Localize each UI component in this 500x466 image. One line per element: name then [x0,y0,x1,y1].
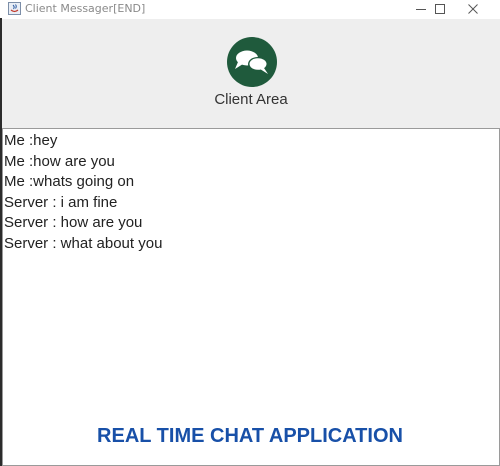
page-title: Client Area [214,91,288,108]
message-list: Me :hey Me :how are you Me :whats going … [4,131,162,254]
message-line: Server : i am fine [4,193,118,211]
window-title: Client Messager[END] [25,2,146,15]
close-icon [468,4,478,14]
title-bar[interactable]: Client Messager[END] [0,0,500,18]
chat-messages-area[interactable]: Me :hey Me :how are you Me :whats going … [2,128,500,466]
maximize-button[interactable] [423,0,457,18]
message-line: Me :how are you [4,152,115,170]
message-line: Server : what about you [4,234,163,252]
close-button[interactable] [456,0,490,18]
java-app-icon [8,2,21,15]
maximize-icon [435,4,445,14]
app-caption: REAL TIME CHAT APPLICATION [97,425,403,447]
client-window: Client Messager[END] Client Area Me:hey… [0,0,500,466]
message-line: Server : how are you [4,214,143,231]
message-line: Me :hey [4,132,58,149]
message-line: Me :whats going on [4,173,135,190]
chat-bubbles-logo-icon [227,37,277,87]
